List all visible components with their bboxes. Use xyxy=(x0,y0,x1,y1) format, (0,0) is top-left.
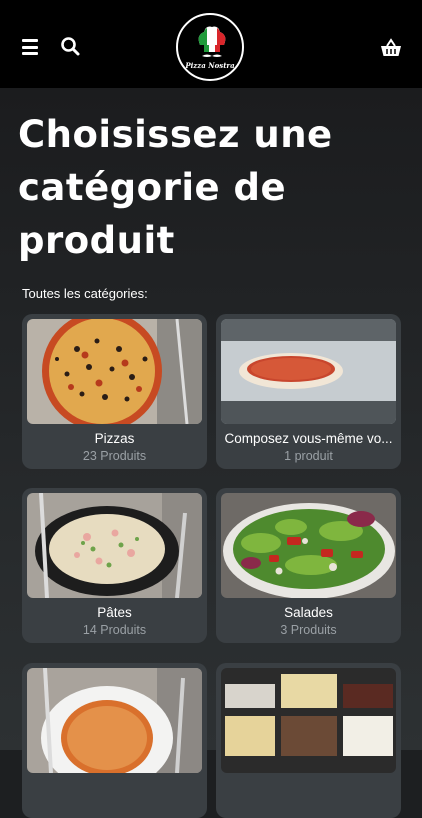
main-content: Choisissez une catégorie de produit Tout… xyxy=(0,88,422,818)
category-card-pizzas[interactable]: Pizzas 23 Produits xyxy=(22,314,207,469)
categories-subtitle: Toutes les catégories: xyxy=(22,286,148,301)
page-title: Choisissez une catégorie de produit xyxy=(18,113,333,262)
toppings-image xyxy=(221,668,396,773)
pizza-dough-image xyxy=(221,319,396,424)
pizza-image xyxy=(27,319,202,424)
category-name: Salades xyxy=(284,605,333,620)
chef-hat-icon xyxy=(198,26,226,57)
category-card-salades[interactable]: Salades 3 Produits xyxy=(216,488,401,643)
category-name: Pâtes xyxy=(97,605,132,620)
category-count: 23 Produits xyxy=(82,449,147,463)
category-count: 1 produit xyxy=(284,449,333,463)
category-count: 14 Produits xyxy=(82,623,147,637)
salad-image xyxy=(221,493,396,598)
top-bar: Pizza Nostra xyxy=(0,0,422,88)
category-count: 3 Produits xyxy=(280,623,337,637)
category-name: Composez vous-même vo... xyxy=(224,431,393,446)
category-card-pates[interactable]: Pâtes 14 Produits xyxy=(22,488,207,643)
search-icon[interactable] xyxy=(60,36,82,58)
logo-text: Pizza Nostra xyxy=(185,61,235,70)
basket-icon[interactable] xyxy=(380,38,402,58)
pasta-image xyxy=(27,493,202,598)
category-card-5[interactable] xyxy=(22,663,207,818)
category-name: Pizzas xyxy=(94,431,135,446)
category-card-6[interactable] xyxy=(216,663,401,818)
menu-icon[interactable] xyxy=(22,39,38,55)
category-card-compose[interactable]: Composez vous-même vo... 1 produit xyxy=(216,314,401,469)
plate-image xyxy=(27,668,202,773)
logo[interactable]: Pizza Nostra xyxy=(176,13,244,81)
